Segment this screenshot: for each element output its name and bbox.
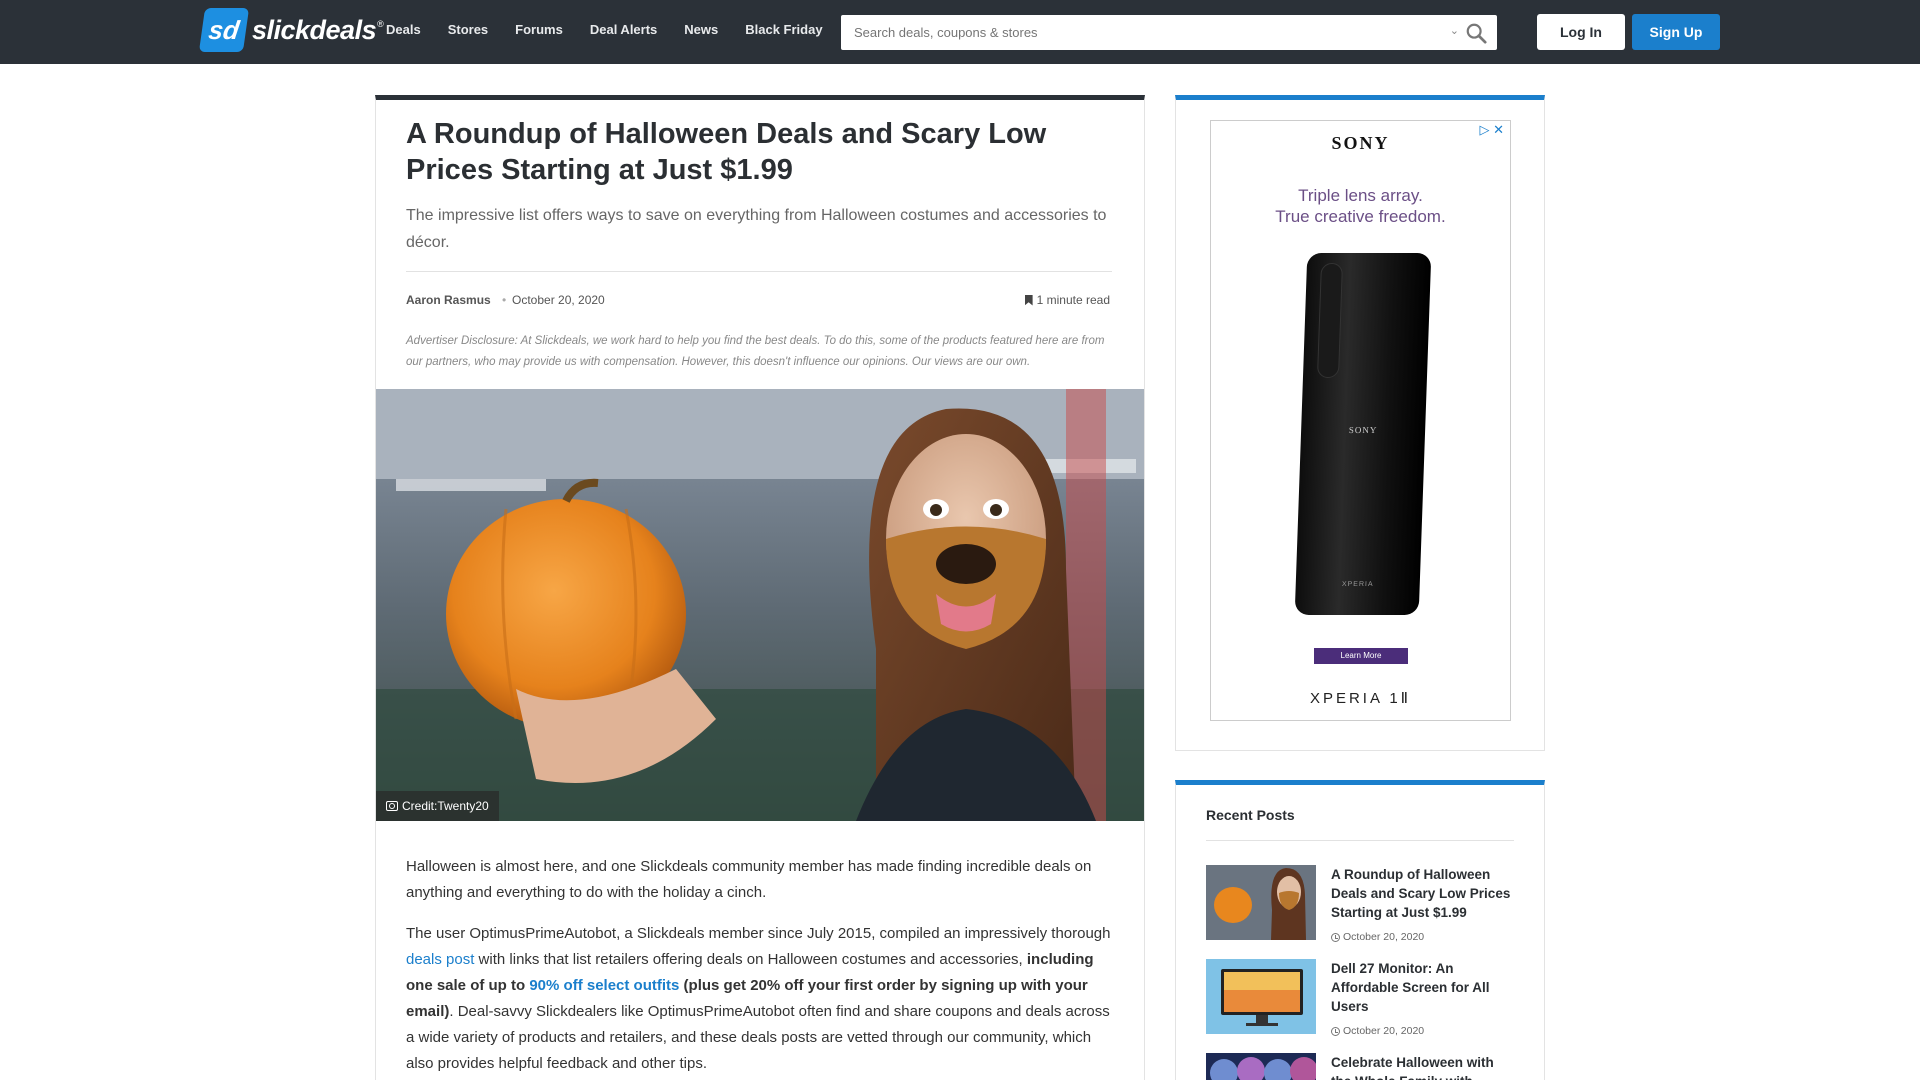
- paragraph-text: with links that list retailers offering …: [474, 951, 1027, 968]
- nav-news[interactable]: News: [684, 22, 718, 37]
- search-input[interactable]: [841, 25, 1431, 40]
- camera-module: [1316, 263, 1343, 378]
- recent-posts-heading: Recent Posts: [1206, 807, 1295, 823]
- post-thumbnail[interactable]: [1206, 1053, 1316, 1080]
- logo-text: slickdeals: [252, 14, 377, 45]
- article-author[interactable]: Aaron Rasmus: [406, 293, 491, 307]
- article-paragraph: The user OptimusPrimeAutobot, a Slickdea…: [406, 921, 1118, 1077]
- chevron-down-icon[interactable]: ⌄: [1450, 24, 1459, 37]
- bookmark-icon: [1024, 294, 1033, 306]
- nav-black-friday[interactable]: Black Friday: [745, 22, 822, 37]
- read-time-label: 1 minute read: [1036, 293, 1110, 307]
- top-navigation-bar: sd slickdeals ® Deals Stores Forums Deal…: [0, 0, 1920, 64]
- signup-button[interactable]: Sign Up: [1632, 14, 1720, 50]
- nav-stores[interactable]: Stores: [448, 22, 488, 37]
- nav-forums[interactable]: Forums: [515, 22, 563, 37]
- recent-post-item[interactable]: Dell 27 Monitor: An Affordable Screen fo…: [1206, 959, 1516, 1039]
- paragraph-text: . Deal-savvy Slickdealers like OptimusPr…: [406, 1003, 1110, 1072]
- post-title[interactable]: Dell 27 Monitor: An Affordable Screen fo…: [1331, 959, 1511, 1016]
- divider: [1206, 840, 1514, 841]
- outfits-sale-link[interactable]: 90% off select outfits: [529, 977, 679, 994]
- divider: [406, 271, 1112, 272]
- slickdeals-logo[interactable]: sd slickdeals ®: [198, 8, 384, 52]
- clock-icon: [1331, 1026, 1340, 1036]
- recent-post-item[interactable]: Celebrate Halloween with the Whole Famil…: [1206, 1053, 1516, 1080]
- main-nav: Deals Stores Forums Deal Alerts News Bla…: [386, 22, 850, 37]
- ad-tagline-line: Triple lens array.: [1298, 186, 1423, 205]
- phone-model: XPERIA: [1341, 581, 1374, 588]
- phone-image: SONY XPERIA: [1294, 253, 1432, 615]
- ad-tagline-line: True creative freedom.: [1275, 207, 1446, 226]
- post-thumbnail[interactable]: [1206, 959, 1316, 1034]
- article-subtitle: The impressive list offers ways to save …: [406, 207, 1107, 251]
- nav-deal-alerts[interactable]: Deal Alerts: [590, 22, 657, 37]
- search-icon[interactable]: [1465, 22, 1487, 44]
- post-date-label: October 20, 2020: [1343, 1025, 1425, 1037]
- search-bar: ⌄: [841, 15, 1497, 50]
- hero-photo: [376, 389, 1144, 821]
- sony-ad[interactable]: ▷ ✕ SONY Triple lens array. True creativ…: [1210, 120, 1511, 721]
- read-time: 1 minute read: [1024, 293, 1110, 307]
- recent-post-item[interactable]: A Roundup of Halloween Deals and Scary L…: [1206, 865, 1516, 945]
- post-date-label: October 20, 2020: [1343, 931, 1425, 943]
- ad-brand: SONY: [1331, 133, 1390, 153]
- movie-thumbnail: [1206, 1053, 1316, 1080]
- paragraph-text: The user OptimusPrimeAutobot, a Slickdea…: [406, 925, 1111, 942]
- article-card: A Roundup of Halloween Deals and Scary L…: [375, 95, 1145, 1080]
- post-date: October 20, 2020: [1331, 1025, 1424, 1037]
- monitor-thumbnail: [1206, 959, 1316, 1034]
- image-credit-label: Credit:Twenty20: [402, 799, 489, 813]
- post-title[interactable]: A Roundup of Halloween Deals and Scary L…: [1331, 865, 1511, 922]
- advertiser-disclosure: Advertiser Disclosure: At Slickdeals, we…: [406, 335, 1105, 368]
- post-title[interactable]: Celebrate Halloween with the Whole Famil…: [1331, 1053, 1511, 1080]
- logo-registered-mark: ®: [377, 19, 384, 29]
- article-title: A Roundup of Halloween Deals and Scary L…: [406, 118, 1047, 186]
- ad-learn-more-button[interactable]: Learn More: [1314, 648, 1408, 664]
- post-date: October 20, 2020: [1331, 931, 1424, 943]
- hero-image: Credit:Twenty20: [376, 389, 1144, 821]
- recent-posts-widget: Recent Posts A Roundup of Halloween Deal…: [1175, 780, 1545, 1080]
- phone-brand: SONY: [1348, 425, 1378, 435]
- login-button[interactable]: Log In: [1537, 14, 1625, 50]
- post-thumbnail[interactable]: [1206, 865, 1316, 940]
- ad-product-name: XPERIA 1Ⅱ: [1309, 690, 1412, 707]
- halloween-thumbnail: [1206, 865, 1316, 940]
- image-credit: Credit:Twenty20: [376, 791, 499, 821]
- deals-post-link[interactable]: deals post: [406, 951, 474, 968]
- article-date: October 20, 2020: [512, 293, 605, 307]
- clock-icon: [1331, 932, 1340, 942]
- camera-icon: [386, 801, 398, 811]
- nav-deals[interactable]: Deals: [386, 22, 421, 37]
- meta-separator: •: [502, 293, 507, 307]
- sidebar-ad-container: ▷ ✕ SONY Triple lens array. True creativ…: [1175, 95, 1545, 751]
- ad-tagline: Triple lens array. True creative freedom…: [1211, 185, 1510, 227]
- logo-mark: sd: [198, 8, 250, 52]
- article-paragraph: Halloween is almost here, and one Slickd…: [406, 858, 1092, 901]
